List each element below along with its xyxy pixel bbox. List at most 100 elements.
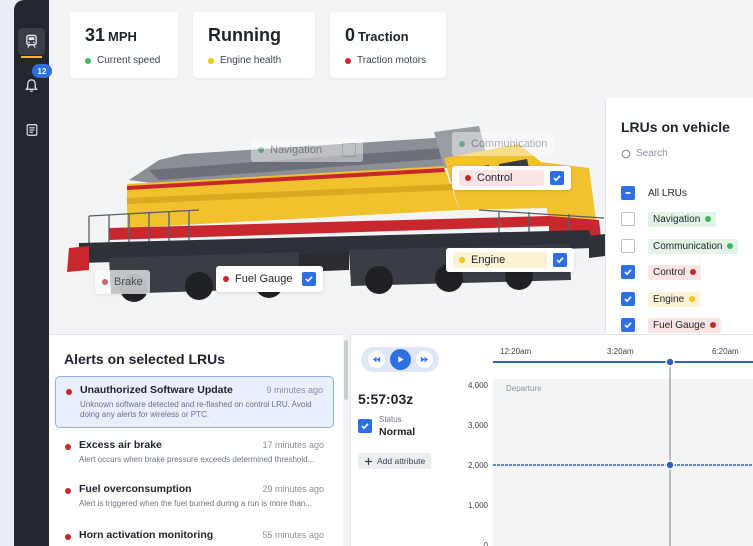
x-tick-label: 12:20am <box>500 347 531 356</box>
status-dot <box>208 57 214 64</box>
alerts-panel: Alerts on selected LRUs Unauthorized Sof… <box>49 334 343 546</box>
alerts-title: Alerts on selected LRUs <box>64 351 226 367</box>
alerts-scrollbar[interactable] <box>344 340 348 400</box>
y-tick-label: 0 <box>484 541 489 546</box>
reports-button[interactable] <box>18 116 45 143</box>
all-lrus-checkbox[interactable] <box>621 186 635 200</box>
time-cursor-handle[interactable] <box>665 357 675 367</box>
brake-tag[interactable]: Brake <box>95 270 150 294</box>
speed-value: 31 MPH <box>85 25 137 45</box>
lru-search-placeholder: Search <box>636 148 668 159</box>
playback-controls <box>361 347 439 372</box>
side-rail: 12 <box>14 0 52 546</box>
fuel-gauge-tag[interactable]: Fuel Gauge <box>216 266 324 292</box>
engine-tag-pill: Engine <box>453 252 548 268</box>
check-icon <box>624 269 632 276</box>
traction-value: 0 Traction <box>345 25 409 45</box>
severity-dot <box>65 488 71 494</box>
play-button[interactable] <box>389 349 411 370</box>
communication-tag-label: Communication <box>471 138 548 150</box>
lru-label-pill: Control <box>648 264 702 280</box>
lru-label-pill: Navigation <box>648 211 717 227</box>
status-checkbox[interactable] <box>358 419 372 433</box>
control-tag-checkbox[interactable] <box>550 171 565 185</box>
timeline-chart: Departure 12:20am 3:20am 6:20am 4,000 3,000… <box>462 334 753 546</box>
check-icon <box>624 322 632 329</box>
timeline-chart-svg: Departure 12:20am 3:20am 6:20am 4,000 3,000… <box>468 347 753 546</box>
x-tick-label: 6:20am <box>712 347 739 356</box>
navigation-tag[interactable]: Navigation <box>251 138 363 162</box>
rewind-button[interactable] <box>367 351 385 368</box>
status-dot <box>710 322 717 328</box>
control-tag-label: Control <box>477 172 513 184</box>
traction-card: 0 Traction Traction motors <box>330 12 446 78</box>
alert-item-selected[interactable]: Unauthorized Software Update 9 minutes a… <box>55 376 334 428</box>
status-dot <box>258 147 264 153</box>
minus-icon <box>625 192 631 194</box>
speed-label: Current speed <box>97 55 161 66</box>
status-attribute: Status Normal <box>358 415 415 438</box>
lru-checkbox[interactable] <box>621 239 635 253</box>
alert-time: 17 minutes ago <box>262 440 324 450</box>
lru-label-pill: Engine <box>648 291 701 307</box>
status-dot <box>727 243 734 249</box>
all-lrus-label: All LRUs <box>648 187 687 199</box>
series-point[interactable] <box>665 460 675 470</box>
alert-description: Alert occurs when brake pressure exceeds… <box>79 455 315 464</box>
play-icon <box>397 356 404 363</box>
navigation-tag-checkbox[interactable] <box>341 143 356 157</box>
status-dot <box>345 57 351 64</box>
lru-item-control[interactable]: Control <box>621 264 702 280</box>
lru-checkbox[interactable] <box>621 265 635 279</box>
fast-forward-icon <box>420 356 428 363</box>
status-key: Status <box>379 415 402 424</box>
lru-item-communication[interactable]: Communication <box>621 238 739 254</box>
fuel-gauge-tag-checkbox[interactable] <box>302 272 317 286</box>
alert-item[interactable]: Fuel overconsumption 29 minutes ago Aler… <box>55 476 334 516</box>
lru-item-fuel-gauge[interactable]: Fuel Gauge <box>621 317 722 333</box>
locomotive-view: Navigation Communication Control Engine <box>49 98 605 334</box>
engine-tag-checkbox[interactable] <box>553 253 568 267</box>
add-attribute-label: Add attribute <box>377 456 426 466</box>
lru-item-navigation[interactable]: Navigation <box>621 211 717 227</box>
lru-panel-title: LRUs on vehicle <box>621 119 730 135</box>
app-frame: 12 31 MPH Current speed Running Engine he… <box>14 0 753 546</box>
lru-item-engine[interactable]: Engine <box>621 291 701 307</box>
lru-search-input[interactable]: Search <box>621 148 668 159</box>
engine-tag[interactable]: Engine <box>446 248 575 272</box>
add-attribute-button[interactable]: Add attribute <box>358 453 432 469</box>
control-tag[interactable]: Control <box>452 166 572 190</box>
y-tick-label: 2,000 <box>468 461 489 470</box>
check-icon <box>556 257 564 264</box>
lru-checkbox[interactable] <box>621 292 635 306</box>
status-dot <box>102 279 108 285</box>
severity-dot <box>65 534 71 540</box>
plot-area <box>493 379 753 546</box>
severity-dot <box>66 389 72 395</box>
y-tick-label: 3,000 <box>468 421 489 430</box>
locomotive-nav-button[interactable] <box>18 28 45 58</box>
lru-label-pill: Fuel Gauge <box>648 317 722 333</box>
engine-health-value: Running <box>208 25 281 45</box>
lru-checkbox[interactable] <box>621 318 635 332</box>
lru-checkbox[interactable] <box>621 212 635 226</box>
brake-tag-label: Brake <box>114 276 143 288</box>
communication-tag[interactable]: Communication <box>452 132 555 156</box>
playback-panel: 5:57:03z Status Normal Add attribute <box>350 334 462 546</box>
status-dot <box>459 257 465 263</box>
y-tick-label: 1,000 <box>468 501 489 510</box>
alert-time: 29 minutes ago <box>262 484 324 494</box>
search-icon <box>621 149 631 158</box>
x-tick-label: 3:20am <box>607 347 634 356</box>
alert-item[interactable]: Horn activation monitoring 55 minutes ag… <box>55 522 334 546</box>
fast-forward-button[interactable] <box>415 351 433 368</box>
train-icon <box>26 34 37 48</box>
bell-icon <box>25 79 38 92</box>
status-dot <box>690 269 697 275</box>
document-icon <box>26 123 37 136</box>
plus-icon <box>364 457 373 465</box>
lru-item-all[interactable]: All LRUs <box>621 185 687 201</box>
alert-item[interactable]: Excess air brake 17 minutes ago Alert oc… <box>55 432 334 472</box>
alert-description: Unknown software detected and re-flashed… <box>80 400 312 419</box>
traction-label: Traction motors <box>357 55 427 66</box>
